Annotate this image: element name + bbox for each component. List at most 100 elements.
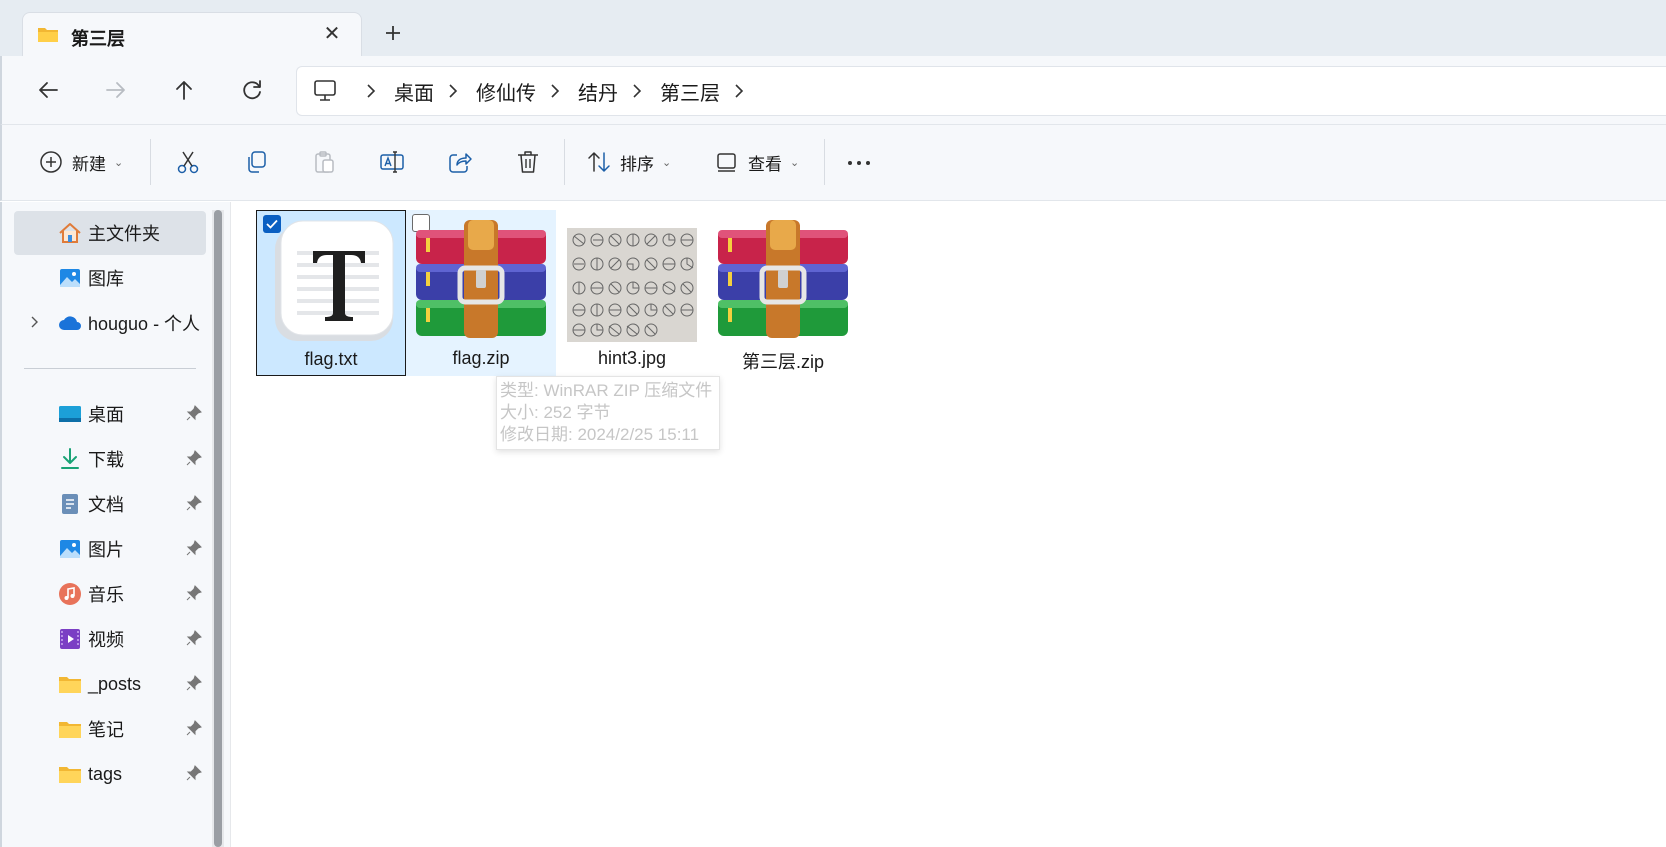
- tab-current[interactable]: 第三层 ✕: [22, 12, 362, 56]
- rename-button[interactable]: [379, 140, 405, 184]
- breadcrumb-item-desktop[interactable]: 桌面: [394, 77, 434, 106]
- home-icon: [59, 223, 81, 243]
- video-icon: [60, 629, 80, 649]
- pin-icon[interactable]: [186, 630, 202, 646]
- sidebar-item-desktop[interactable]: 桌面: [14, 392, 206, 436]
- paste-icon: [315, 151, 334, 173]
- file-tooltip: 类型: WinRAR ZIP 压缩文件 大小: 252 字节 修改日期: 202…: [496, 376, 720, 450]
- folder-icon: [59, 677, 81, 693]
- pane-divider[interactable]: [230, 202, 231, 847]
- chevron-right-icon[interactable]: [362, 82, 380, 100]
- breadcrumb-item-xiuxianzhuan[interactable]: 修仙传: [476, 77, 536, 106]
- copy-button[interactable]: [243, 140, 269, 184]
- forward-button[interactable]: [96, 70, 136, 110]
- file-item[interactable]: 第三层.zip: [708, 210, 858, 376]
- back-button[interactable]: [28, 70, 68, 110]
- sidebar-item-home[interactable]: 主文件夹: [14, 211, 206, 255]
- cut-button[interactable]: [175, 140, 201, 184]
- delete-button[interactable]: [515, 140, 541, 184]
- winrar-archive-icon: [416, 220, 546, 338]
- copy-icon: [248, 151, 266, 173]
- chevron-down-icon: ⌄: [114, 156, 124, 169]
- file-item[interactable]: hint3.jpg: [557, 210, 707, 376]
- toolbar-divider: [564, 139, 565, 185]
- tooltip-modified: 修改日期: 2024/2/25 15:11: [500, 425, 700, 444]
- sidebar-item-gallery[interactable]: 图库: [14, 256, 206, 300]
- text-file-icon: [275, 220, 394, 341]
- share-icon: [449, 153, 472, 173]
- sidebar-item-label: 主文件夹: [88, 224, 160, 244]
- view-button[interactable]: 查看 ⌄: [714, 140, 799, 184]
- sidebar-item-music[interactable]: 音乐: [14, 572, 206, 616]
- file-name: flag.txt: [304, 349, 358, 369]
- paste-button[interactable]: [311, 140, 337, 184]
- new-tab-button[interactable]: [380, 20, 406, 46]
- chevron-down-icon: ⌄: [662, 156, 672, 169]
- file-name: flag.zip: [452, 348, 510, 368]
- toolbar-divider: [150, 139, 151, 185]
- breadcrumb-item-current[interactable]: 第三层: [660, 77, 720, 106]
- sidebar-item-label: 图片: [88, 540, 124, 560]
- onedrive-cloud-icon: [59, 316, 81, 330]
- pin-icon[interactable]: [186, 720, 202, 736]
- chevron-right-icon[interactable]: [444, 82, 462, 100]
- chevron-right-icon[interactable]: [546, 82, 564, 100]
- tab-title: 第三层: [71, 29, 125, 49]
- more-options-button[interactable]: [846, 140, 872, 184]
- chevron-right-icon[interactable]: [628, 82, 646, 100]
- arrow-left-icon: [39, 82, 58, 98]
- pictures-icon: [60, 540, 80, 558]
- sidebar-item-pictures[interactable]: 图片: [14, 527, 206, 571]
- document-icon: [62, 494, 78, 514]
- breadcrumb: 桌面 修仙传 结丹 第三层: [312, 70, 762, 112]
- arrow-right-icon: [106, 82, 125, 98]
- pin-icon[interactable]: [186, 405, 202, 421]
- new-button[interactable]: 新建 ⌄: [38, 140, 123, 184]
- tooltip-type: 类型: WinRAR ZIP 压缩文件: [500, 381, 713, 400]
- sidebar-item-label: 桌面: [88, 405, 124, 425]
- sidebar-item-label: tags: [88, 763, 123, 784]
- sidebar-item-posts[interactable]: _posts: [14, 662, 206, 706]
- sidebar-item-notes[interactable]: 笔记: [14, 707, 206, 751]
- breadcrumb-item-jiedan[interactable]: 结丹: [578, 77, 618, 106]
- chevron-right-icon[interactable]: [28, 315, 42, 329]
- tooltip-size: 大小: 252 字节: [500, 403, 611, 422]
- this-pc-icon[interactable]: [312, 78, 338, 104]
- pin-icon[interactable]: [186, 495, 202, 511]
- pin-icon[interactable]: [186, 675, 202, 691]
- sidebar-item-downloads[interactable]: 下载: [14, 437, 206, 481]
- sidebar-item-tags[interactable]: tags: [14, 752, 206, 796]
- sort-button[interactable]: 排序 ⌄: [586, 140, 671, 184]
- sidebar-item-label: 笔记: [88, 720, 124, 740]
- sidebar-item-label: 音乐: [88, 585, 124, 605]
- file-item[interactable]: flag.txt: [256, 210, 406, 376]
- folder-icon: [59, 767, 81, 783]
- sidebar-item-videos[interactable]: 视频: [14, 617, 206, 661]
- refresh-button[interactable]: [232, 70, 272, 110]
- sidebar-item-label: 下载: [88, 450, 124, 470]
- sidebar-item-documents[interactable]: 文档: [14, 482, 206, 526]
- sidebar-item-onedrive[interactable]: houguo - 个人: [14, 301, 206, 345]
- sidebar-item-label: houguo - 个人: [88, 314, 201, 334]
- sidebar-scrollbar-thumb[interactable]: [214, 210, 222, 847]
- chevron-right-icon[interactable]: [730, 82, 748, 100]
- download-icon: [61, 448, 79, 469]
- view-button-label: 查看: [748, 154, 782, 174]
- sidebar-item-label: 视频: [88, 630, 124, 650]
- folder-icon: [59, 722, 81, 738]
- file-item[interactable]: flag.zip: [406, 210, 556, 376]
- toolbar-divider: [824, 139, 825, 185]
- pin-icon[interactable]: [186, 765, 202, 781]
- up-button[interactable]: [164, 70, 204, 110]
- trash-icon: [518, 151, 538, 173]
- gallery-icon: [60, 269, 80, 287]
- image-thumbnail-icon: [567, 228, 697, 342]
- pin-icon[interactable]: [186, 450, 202, 466]
- close-tab-icon[interactable]: ✕: [321, 23, 343, 45]
- share-button[interactable]: [447, 140, 473, 184]
- pin-icon[interactable]: [186, 585, 202, 601]
- pin-icon[interactable]: [186, 540, 202, 556]
- rename-icon: [380, 151, 404, 173]
- new-button-label: 新建: [72, 154, 106, 174]
- arrow-up-icon: [176, 81, 192, 100]
